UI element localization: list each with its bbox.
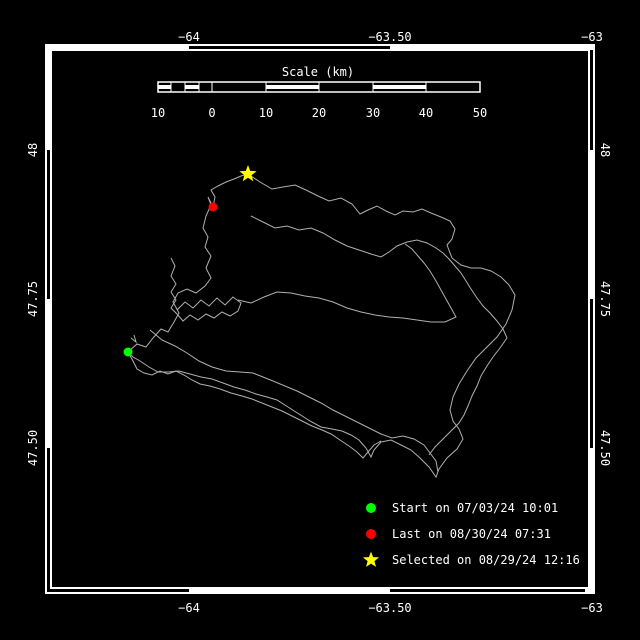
scale-separator [319,82,320,92]
scale-separator [212,82,213,92]
lon-label-top: −63.50 [368,30,411,44]
lat-label-left: 47.50 [26,430,40,466]
frame-band-left [45,44,51,150]
scale-separator [185,82,186,92]
legend-label-selected: Selected on 08/29/24 12:16 [392,553,580,567]
scale-tick-label: 0 [208,106,215,120]
lat-label-right: 47.50 [598,430,612,466]
scale-separator [171,82,172,92]
legend-label-start: Start on 07/03/24 10:01 [392,501,558,515]
scale-separator [199,82,200,92]
scale-stripe [158,85,171,89]
frame-band-right [589,150,595,299]
start-point [124,348,133,357]
lat-label-right: 47.75 [598,281,612,317]
legend-label-last: Last on 08/30/24 07:31 [392,527,551,541]
map-window: Scale (km) 10 0 10 20 30 40 50 −64 −64 −63.50 −63… [0,0,640,640]
scale-tick-label: 10 [151,106,165,120]
scale-tick-label: 40 [419,106,433,120]
scale-tick-label: 10 [259,106,273,120]
scale-separator [426,82,427,92]
frame-band-right [589,448,595,593]
frame-band-top [46,44,189,50]
frame-band-left [45,299,51,448]
scale-tick-label: 30 [366,106,380,120]
lon-label-bottom: −63 [581,601,603,615]
lon-label-bottom: −64 [178,601,200,615]
frame-band-top [390,44,594,50]
scale-tick-label: 20 [312,106,326,120]
scale-bar-title: Scale (km) [282,65,354,79]
legend-start-dot [366,503,376,513]
scale-separator [266,82,267,92]
scale-stripe [373,85,426,89]
lat-label-left: 48 [26,143,40,157]
legend: Start on 07/03/24 10:01 Last on 08/30/24… [363,501,580,567]
scale-stripe [185,85,199,89]
scale-stripe [266,85,319,89]
frame-band-bottom [189,588,390,594]
scale-separator [373,82,374,92]
legend-last-dot [366,529,376,539]
scale-tick-label: 50 [473,106,487,120]
last-point [209,203,218,212]
drift-map-plot: Scale (km) 10 0 10 20 30 40 50 −64 −64 −63.50 −63… [0,0,640,640]
lon-label-top: −64 [178,30,200,44]
plot-background [0,0,640,640]
lat-label-right: 48 [598,143,612,157]
lon-label-top: −63 [581,30,603,44]
lon-label-bottom: −63.50 [368,601,411,615]
lat-label-left: 47.75 [26,281,40,317]
